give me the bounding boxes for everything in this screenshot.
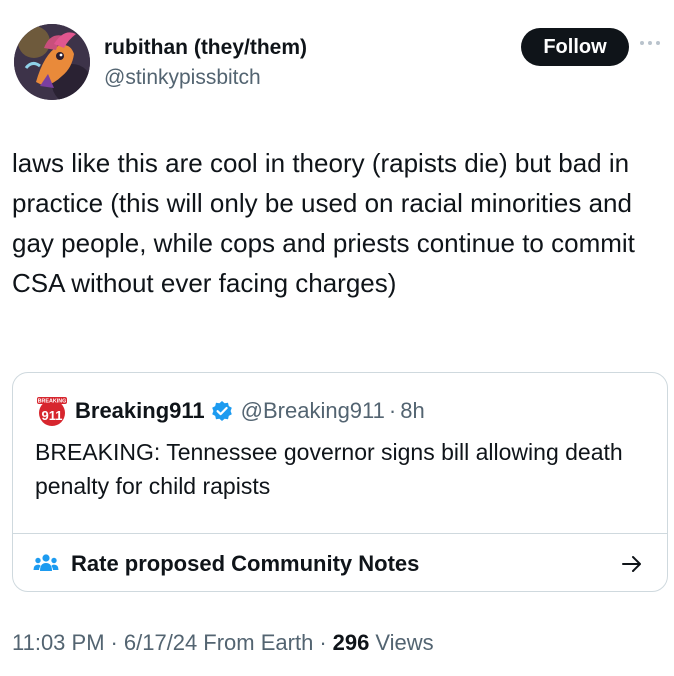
logo-number: 911 <box>42 408 63 423</box>
arrow-right-icon <box>621 554 643 574</box>
follow-button[interactable]: Follow <box>521 28 629 66</box>
header-separator: · <box>388 398 397 423</box>
more-options-icon[interactable] <box>640 38 662 48</box>
tweet-text: laws like this are cool in theory (rapis… <box>12 148 635 298</box>
quoted-tweet-card[interactable]: BREAKING 911 Breaking911 @Breaking911 · … <box>12 372 668 592</box>
quoted-author-handle[interactable]: @Breaking911 <box>241 398 385 424</box>
author-handle[interactable]: @stinkypissbitch <box>104 66 261 90</box>
tweet-meta: 11:03 PM · 6/17/24 From Earth · 296 View… <box>12 630 434 656</box>
quoted-tweet-text: BREAKING: Tennessee governor signs bill … <box>35 439 623 499</box>
logo-text: BREAKING <box>38 399 67 405</box>
tweet-date[interactable]: 6/17/24 <box>124 630 197 656</box>
people-icon <box>33 552 59 574</box>
views-count: 296 <box>332 630 370 655</box>
quoted-tweet-header: BREAKING 911 Breaking911 @Breaking911 · … <box>35 395 425 427</box>
verified-badge-icon <box>211 400 233 422</box>
breaking911-logo-icon[interactable]: BREAKING 911 <box>35 396 69 426</box>
author-name[interactable]: rubithan (they/them) <box>104 36 307 60</box>
views-label: Views <box>375 630 434 655</box>
tweet-source: From Earth <box>203 630 314 655</box>
avatar[interactable] <box>14 24 90 100</box>
meta-separator: · <box>110 630 118 655</box>
community-notes-label: Rate proposed Community Notes <box>71 551 420 576</box>
meta-separator-2: · <box>319 630 327 655</box>
tweet: rubithan (they/them) @stinkypissbitch Fo… <box>0 0 674 676</box>
tweet-time[interactable]: 11:03 PM <box>12 630 105 656</box>
avatar-image <box>14 24 90 100</box>
quoted-tweet-time[interactable]: 8h <box>400 398 424 424</box>
quoted-author-name[interactable]: Breaking911 <box>75 398 205 424</box>
rate-community-notes-button[interactable]: Rate proposed Community Notes <box>13 533 667 591</box>
